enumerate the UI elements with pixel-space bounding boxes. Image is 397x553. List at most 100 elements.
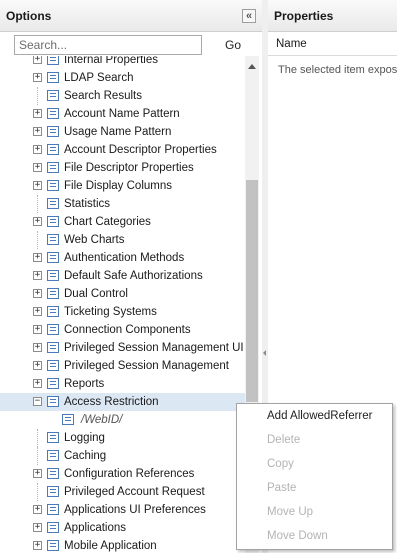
tree-line [37, 447, 39, 465]
tree-item-label: Dual Control [64, 288, 128, 300]
expand-node-icon[interactable]: + [33, 379, 42, 388]
expand-node-icon[interactable]: + [33, 109, 42, 118]
settings-list-icon [47, 288, 59, 299]
tree-item[interactable]: + Usage Name Pattern [0, 123, 245, 141]
tree-item-label: Configuration References [64, 468, 195, 480]
tree-item[interactable]: Statistics [0, 195, 245, 213]
settings-list-icon [47, 252, 59, 263]
tree-item[interactable]: Privileged Account Request [0, 483, 245, 501]
tree-item-label: Mobile Application [64, 540, 157, 552]
menu-item-move-down[interactable]: Move Down [237, 524, 392, 548]
settings-list-icon [47, 504, 59, 515]
expand-node-icon[interactable]: + [33, 181, 42, 190]
menu-item-copy[interactable]: Copy [237, 452, 392, 476]
tree-item[interactable]: + Chart Categories [0, 213, 245, 231]
expand-node-icon[interactable]: + [33, 73, 42, 82]
tree-item[interactable]: + Internal Properties [0, 56, 245, 69]
settings-list-icon [47, 56, 59, 65]
menu-item-move-up[interactable]: Move Up [237, 500, 392, 524]
tree-item[interactable]: − Access Restriction [0, 393, 245, 411]
expand-node-icon[interactable]: + [33, 523, 42, 532]
tree-item[interactable]: + Reports [0, 375, 245, 393]
tree-item-label: Authentication Methods [64, 252, 185, 264]
tree-item-label: Privileged Session Management [64, 360, 229, 372]
expand-node-icon[interactable]: + [33, 505, 42, 514]
tree-line [37, 87, 39, 105]
tree-line [37, 483, 39, 501]
expand-node-icon[interactable]: + [33, 325, 42, 334]
settings-list-icon [47, 90, 59, 101]
menu-item-delete[interactable]: Delete [237, 428, 392, 452]
tree-item[interactable]: + File Descriptor Properties [0, 159, 245, 177]
expand-node-icon[interactable]: + [33, 271, 42, 280]
tree-item[interactable]: + Mobile Application [0, 537, 245, 553]
expand-node-icon[interactable]: + [33, 307, 42, 316]
expand-node-icon[interactable]: + [33, 253, 42, 262]
settings-list-icon [47, 270, 59, 281]
settings-list-icon [47, 216, 59, 227]
tree-item[interactable]: + Default Safe Authorizations [0, 267, 245, 285]
search-input[interactable] [14, 35, 202, 55]
menu-item-paste[interactable]: Paste [237, 476, 392, 500]
menu-item-add-allowedreferrer[interactable]: Add AllowedReferrer [237, 404, 392, 428]
splitter-arrow-icon[interactable] [263, 350, 266, 356]
tree-item-label: LDAP Search [64, 72, 134, 84]
settings-list-icon [62, 414, 74, 425]
settings-list-icon [47, 180, 59, 191]
tree-child-item[interactable]: /WebID/ [0, 411, 245, 429]
expand-node-icon[interactable]: + [33, 361, 42, 370]
tree-item[interactable]: Caching [0, 447, 245, 465]
tree-item[interactable]: + Configuration References [0, 465, 245, 483]
properties-title: Properties [274, 9, 334, 23]
tree-item[interactable]: + Authentication Methods [0, 249, 245, 267]
scroll-thumb[interactable] [246, 180, 258, 402]
tree-item-label: Applications UI Preferences [64, 504, 206, 516]
expand-node-icon[interactable]: + [33, 541, 42, 550]
expand-node-icon[interactable]: + [33, 343, 42, 352]
tree-item[interactable]: + File Display Columns [0, 177, 245, 195]
tree-item[interactable]: Search Results [0, 87, 245, 105]
tree-line [37, 195, 39, 213]
settings-list-icon [47, 108, 59, 119]
tree-item[interactable]: + Privileged Session Management [0, 357, 245, 375]
tree-item[interactable]: Web Charts [0, 231, 245, 249]
tree-item[interactable]: + Connection Components [0, 321, 245, 339]
properties-header: Properties [268, 0, 397, 32]
expand-node-icon[interactable]: + [33, 469, 42, 478]
settings-list-icon [47, 522, 59, 533]
expand-node-icon[interactable]: + [33, 163, 42, 172]
expand-node-icon[interactable]: + [33, 289, 42, 298]
settings-list-icon [47, 396, 59, 407]
tree-item-label: Web Charts [64, 234, 125, 246]
tree-item[interactable]: Logging [0, 429, 245, 447]
expand-node-icon[interactable]: + [33, 217, 42, 226]
settings-list-icon [47, 234, 59, 245]
options-panel: Options « Go + Internal Properties + LDAP S… [0, 0, 263, 553]
collapse-panel-button[interactable]: « [242, 9, 256, 23]
tree-item[interactable]: + Account Descriptor Properties [0, 141, 245, 159]
tree-item-label: Logging [64, 432, 105, 444]
properties-column-header[interactable]: Name [268, 33, 397, 56]
tree-item[interactable]: + Account Name Pattern [0, 105, 245, 123]
expand-node-icon[interactable]: + [33, 56, 42, 64]
tree-item[interactable]: + LDAP Search [0, 69, 245, 87]
settings-list-icon [47, 486, 59, 497]
expand-node-icon[interactable]: + [33, 127, 42, 136]
tree-item[interactable]: + Applications UI Preferences [0, 501, 245, 519]
tree-item-label: Privileged Session Management UI [64, 342, 244, 354]
scroll-up-arrow-icon[interactable] [248, 64, 256, 69]
tree-item[interactable]: + Privileged Session Management UI [0, 339, 245, 357]
tree-item-label: Reports [64, 378, 105, 390]
tree-item[interactable]: + Ticketing Systems [0, 303, 245, 321]
settings-list-icon [47, 162, 59, 173]
tree-item-label: Statistics [64, 198, 111, 210]
expand-node-icon[interactable]: + [33, 145, 42, 154]
tree-item[interactable]: + Dual Control [0, 285, 245, 303]
tree-item[interactable]: + Applications [0, 519, 245, 537]
settings-list-icon [47, 450, 59, 461]
collapse-node-icon[interactable]: − [33, 397, 42, 406]
tree-item-label: File Descriptor Properties [64, 162, 194, 174]
go-button[interactable]: Go [221, 35, 245, 55]
options-title: Options [6, 9, 52, 23]
settings-list-icon [47, 324, 59, 335]
